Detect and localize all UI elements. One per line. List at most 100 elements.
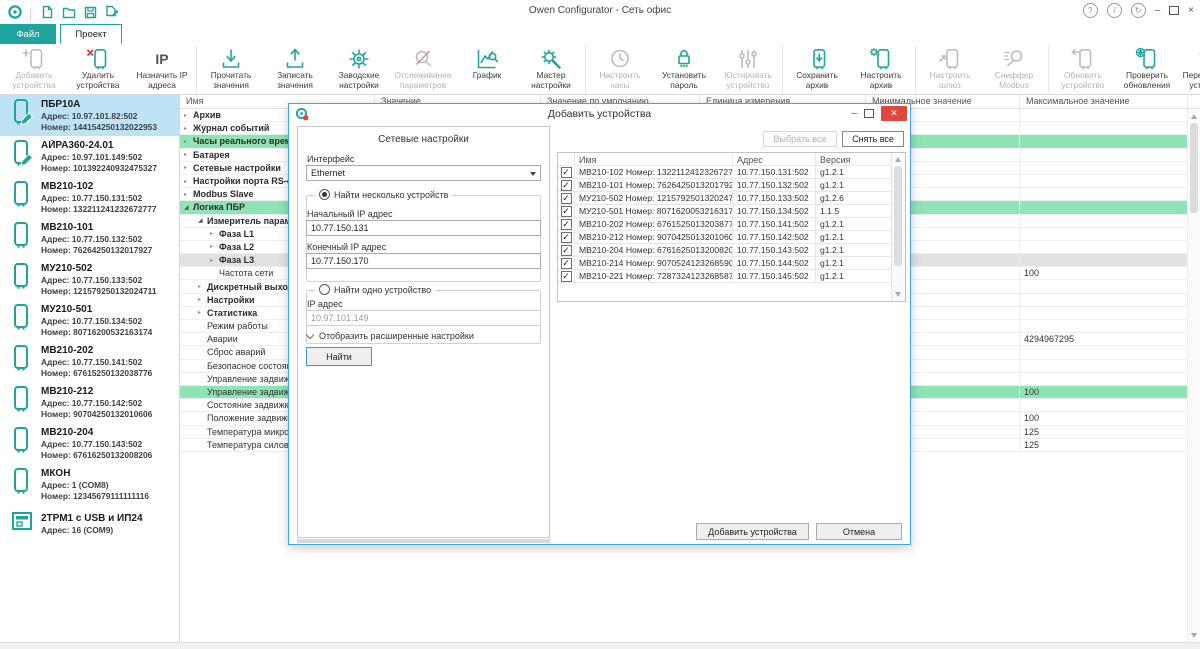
tree-expander-icon[interactable]: ▸ [184, 191, 193, 198]
info-icon[interactable]: i [1107, 3, 1122, 18]
tree-expander-icon[interactable]: ▸ [184, 125, 193, 132]
main-vertical-scrollbar[interactable] [1187, 109, 1200, 643]
found-device-row-6[interactable]: ✓МВ210-204 Номер: 6761625013200820610.77… [558, 244, 905, 257]
interface-select[interactable]: Ethernet [306, 165, 541, 181]
device-checkbox[interactable]: ✓ [561, 193, 572, 204]
device-checkbox[interactable]: ✓ [561, 271, 572, 282]
tab-project[interactable]: Проект [60, 24, 122, 44]
reboot-device-button[interactable]: Перезагрузить устройство [1179, 46, 1200, 91]
found-device-row-5[interactable]: ✓МВ210-212 Номер: 9070425013201060610.77… [558, 231, 905, 244]
tree-expander-icon[interactable]: ▸ [198, 296, 207, 303]
delete-devices-button[interactable]: Удалить устройства [66, 46, 130, 91]
found-device-row-4[interactable]: ✓МВ210-202 Номер: 6761525013203877610.77… [558, 218, 905, 231]
sidebar-device-item-3[interactable]: МВ210-101Адрес: 10.77.150.132:502Номер: … [0, 218, 179, 259]
tree-expander-icon[interactable]: ▸ [184, 138, 193, 145]
close-button[interactable]: × [1188, 5, 1194, 16]
scroll-up-icon[interactable] [895, 157, 901, 162]
scroll-up-icon[interactable] [1191, 114, 1197, 119]
setup-wizard-button[interactable]: Мастер настройки [519, 46, 583, 91]
dialog-close-button[interactable]: ✕ [881, 106, 907, 121]
found-device-row-2[interactable]: ✓МУ210-502 Номер: 12157925013202471110.7… [558, 192, 905, 205]
device-checkbox[interactable]: ✓ [561, 232, 572, 243]
tree-expander-icon[interactable]: ▸ [210, 243, 219, 250]
sidebar-device-item-0[interactable]: ПБР10ААдрес: 10.97.101.82:502Номер: 1441… [0, 95, 179, 136]
chart-button[interactable]: График [455, 46, 519, 82]
tree-expander-icon[interactable]: ▸ [198, 283, 207, 290]
find-single-legend[interactable]: Найти одно устройство [315, 284, 435, 295]
found-device-row-0[interactable]: ✓МВ210-102 Номер: 13221124123267277710.7… [558, 166, 905, 179]
start-ip-input[interactable] [306, 220, 541, 236]
find-single-radio[interactable] [319, 284, 330, 295]
check-updates-button[interactable]: Проверить обновления [1115, 46, 1179, 91]
tree-expander-icon[interactable]: ◢ [184, 204, 193, 211]
scroll-down-icon[interactable] [1191, 633, 1197, 638]
calibrate-device-button[interactable]: Юстировать устройство [716, 46, 780, 91]
restore-button[interactable] [1169, 6, 1179, 15]
column-header-5[interactable]: Максимальное значение [1020, 95, 1188, 108]
sidebar-device-item-2[interactable]: МВ210-102Адрес: 10.77.150.131:502Номер: … [0, 177, 179, 218]
sidebar-device-item-9[interactable]: МКОНАдрес: 1 (COM8)Номер: 12345679111111… [0, 464, 179, 505]
configure-gateway-button[interactable]: Настроить шлюз [918, 46, 982, 91]
find-multiple-legend[interactable]: Найти несколько устройств [315, 189, 452, 200]
set-password-button[interactable]: ***Установить пароль [652, 46, 716, 91]
sidebar-device-item-4[interactable]: МУ210-502Адрес: 10.77.150.133:502Номер: … [0, 259, 179, 300]
device-checkbox[interactable]: ✓ [561, 206, 572, 217]
device-checkbox[interactable]: ✓ [561, 180, 572, 191]
cancel-button[interactable]: Отмена [816, 523, 902, 540]
refresh-icon[interactable]: ↻ [1131, 3, 1146, 18]
dialog-minimize-button[interactable]: – [851, 108, 857, 119]
sidebar-device-item-10[interactable]: 2ТРМ1 с USB и ИП24Адрес: 16 (COM9) [0, 505, 179, 544]
watch-params-button[interactable]: Отслеживание параметров [391, 46, 455, 91]
add-devices-button[interactable]: Добавить устройства [696, 523, 809, 540]
assign-ip-button[interactable]: IPНазначить IP адреса [130, 46, 194, 91]
end-ip-input[interactable] [306, 253, 541, 269]
sidebar-device-item-8[interactable]: МВ210-204Адрес: 10.77.150.143:502Номер: … [0, 423, 179, 464]
write-values-button[interactable]: Записать значения [263, 46, 327, 91]
scroll-down-icon[interactable] [895, 292, 901, 297]
minimize-button[interactable]: – [1155, 5, 1161, 16]
advanced-settings-expander[interactable]: Отобразить расширенные настройки [307, 331, 474, 341]
dialog-column-header-2[interactable]: Версия [816, 153, 892, 165]
tree-expander-icon[interactable]: ▸ [198, 309, 207, 316]
sidebar-device-item-5[interactable]: МУ210-501Адрес: 10.77.150.134:502Номер: … [0, 300, 179, 341]
device-checkbox[interactable]: ✓ [561, 258, 572, 269]
found-device-row-1[interactable]: ✓МВ210-101 Номер: 7626425013201792710.77… [558, 179, 905, 192]
tree-expander-icon[interactable]: ▸ [210, 257, 219, 264]
dialog-table-scrollbar[interactable] [891, 153, 905, 301]
tree-expander-icon[interactable]: ▸ [184, 178, 193, 185]
dialog-maximize-button[interactable] [864, 109, 874, 118]
dialog-column-header-1[interactable]: Адрес [733, 153, 816, 165]
sidebar-device-item-1[interactable]: АЙРА360-24.01Адрес: 10.97.101.149:502Ном… [0, 136, 179, 177]
tab-file[interactable]: Файл [0, 24, 56, 44]
found-device-row-7[interactable]: ✓МВ210-214 Номер: 9070524123268590610.77… [558, 257, 905, 270]
tree-expander-icon[interactable]: ▸ [184, 151, 193, 158]
tree-expander-icon[interactable]: ◢ [198, 217, 207, 224]
scroll-thumb[interactable] [894, 166, 902, 266]
found-device-row-8[interactable]: ✓МВ210-221 Номер: 7287324123268587610.77… [558, 270, 905, 283]
save-archive-button[interactable]: Сохранить архив [785, 46, 849, 91]
deselect-all-button[interactable]: Снять все [842, 131, 904, 147]
found-device-row-3[interactable]: ✓МУ210-501 Номер: 8071620053216317410.77… [558, 205, 905, 218]
find-button[interactable]: Найти [306, 347, 372, 366]
update-device-button[interactable]: Обновить устройство [1051, 46, 1115, 91]
read-values-button[interactable]: Прочитать значения [199, 46, 263, 91]
scroll-thumb[interactable] [1190, 123, 1198, 213]
select-all-button[interactable]: Выбрать все [763, 131, 837, 147]
tree-expander-icon[interactable]: ▸ [184, 164, 193, 171]
configure-archive-button[interactable]: Настроить архив [849, 46, 913, 91]
sidebar-device-item-7[interactable]: МВ210-212Адрес: 10.77.150.142:502Номер: … [0, 382, 179, 423]
tree-expander-icon[interactable]: ▸ [210, 230, 219, 237]
device-checkbox[interactable]: ✓ [561, 167, 572, 178]
tree-expander-icon[interactable]: ▸ [184, 112, 193, 119]
left-panel-hscrollbar[interactable] [297, 539, 550, 543]
factory-settings-button[interactable]: Заводские настройки [327, 46, 391, 91]
help-icon[interactable]: ? [1083, 3, 1098, 18]
device-checkbox[interactable]: ✓ [561, 219, 572, 230]
sidebar-device-item-6[interactable]: МВ210-202Адрес: 10.77.150.141:502Номер: … [0, 341, 179, 382]
find-multiple-radio[interactable] [319, 189, 330, 200]
modbus-sniffer-button[interactable]: Сниффер Modbus [982, 46, 1046, 91]
set-clock-button[interactable]: Настроить часы [588, 46, 652, 91]
device-checkbox[interactable]: ✓ [561, 245, 572, 256]
add-devices-button[interactable]: Добавить устройства [2, 46, 66, 91]
dialog-column-header-0[interactable]: Имя [575, 153, 733, 165]
